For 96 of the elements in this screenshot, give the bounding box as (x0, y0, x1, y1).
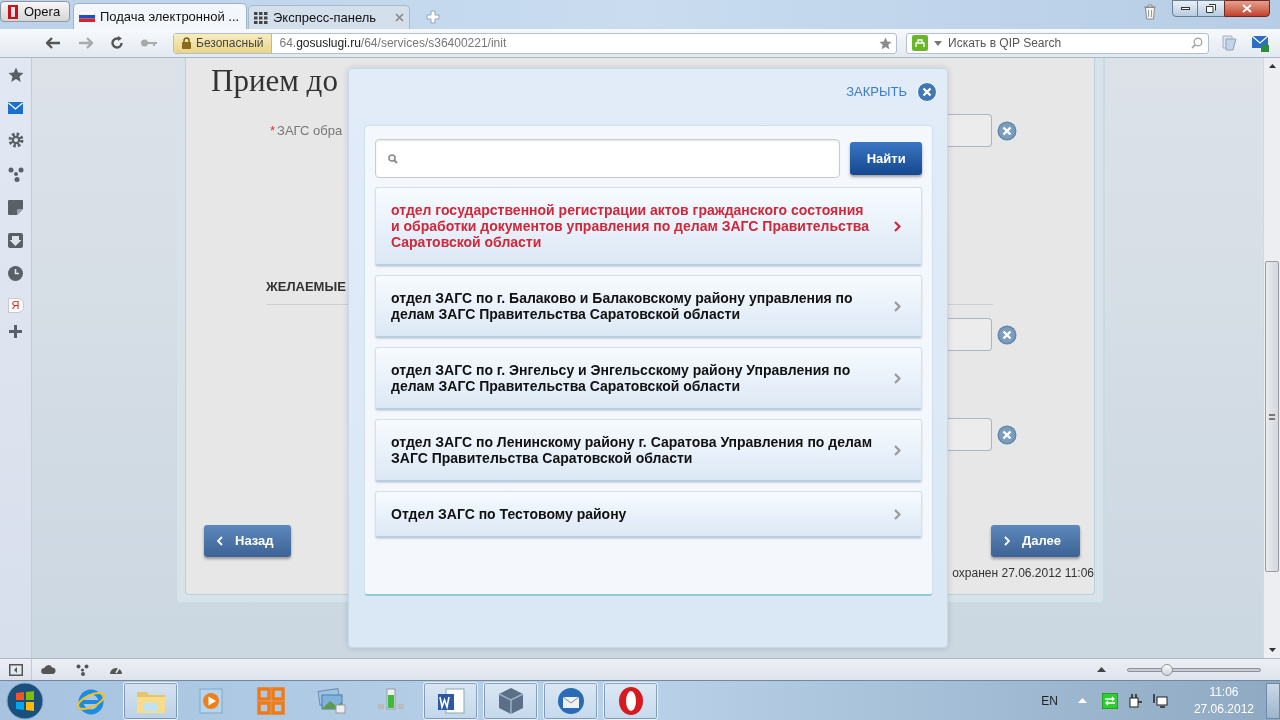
close-icon[interactable] (395, 13, 404, 22)
zoom-slider-thumb[interactable] (1161, 663, 1174, 676)
restore-icon (1206, 4, 1216, 13)
search-field[interactable] (375, 139, 841, 178)
settings-icon[interactable] (7, 132, 24, 148)
chevron-right-icon (894, 300, 901, 312)
trash-icon[interactable] (1143, 4, 1157, 20)
fan-icon[interactable] (7, 166, 24, 182)
restore-button[interactable] (1198, 0, 1224, 17)
language-indicator[interactable]: EN (1041, 691, 1058, 710)
clear-icon[interactable] (997, 324, 1017, 345)
item-text: отдел государственной регистрации актов гражданского состояния и обработки документов управления по делам ЗАГС Правительства Саратовской области (391, 202, 870, 250)
power-plug-icon[interactable] (1126, 692, 1143, 709)
saved-note: охранен 27.06.2012 11:06 (952, 565, 1094, 582)
chevron-right-icon (894, 220, 901, 232)
grip-icon (1269, 413, 1275, 420)
chevron-right-icon (894, 508, 901, 520)
document-icon (435, 685, 466, 716)
item-text: отдел ЗАГС по г. Энгельсу и Энгельсскому району Управления по делам ЗАГС Правительства Саратовской области (391, 362, 852, 394)
section-title: ЖЕЛАЕМЫЕ (266, 279, 346, 294)
tiles-icon (256, 686, 285, 715)
cloud-icon[interactable] (41, 665, 56, 674)
list-item[interactable]: отдел ЗАГС по Ленинскому району г. Саратова Управления по делам ЗАГС Правительства Саратовской области (375, 419, 922, 482)
browser-tab[interactable]: Экспресс-панель (248, 5, 410, 29)
list-item[interactable]: отдел государственной регистрации актов гражданского состояния и обработки документов управления по делам ЗАГС Правительства Саратовской области (375, 187, 922, 266)
item-text: отдел ЗАГС по г. Балаково и Балаковскому району управления по делам ЗАГС Правительства Саратовской области (391, 290, 854, 322)
scroll-thumb[interactable] (1265, 261, 1279, 572)
scroll-up-icon[interactable] (1268, 64, 1276, 68)
star-icon[interactable] (7, 67, 24, 83)
lock-icon (182, 37, 191, 49)
show-desktop-button[interactable] (1266, 683, 1280, 719)
tab-title: Подача электронной ... (100, 7, 240, 26)
taskbar-app[interactable] (483, 681, 538, 720)
clear-icon[interactable] (997, 424, 1017, 445)
opera-icon (616, 684, 645, 717)
back-button[interactable]: Назад (204, 525, 291, 557)
fan-icon[interactable] (76, 663, 89, 676)
browser-tab[interactable]: Подача электронной ... (73, 3, 247, 29)
pictures-icon (315, 687, 346, 714)
chevron-right-icon (894, 372, 901, 384)
search-engine-badge[interactable]: Я (7, 298, 24, 313)
download-icon[interactable] (8, 233, 23, 248)
dropdown-caret-icon[interactable] (934, 40, 942, 46)
mail-icon[interactable] (8, 102, 23, 114)
search-icon (388, 153, 398, 164)
tab-title: Экспресс-панель (273, 8, 378, 27)
clock-icon[interactable] (8, 266, 23, 281)
chevron-right-icon (1004, 536, 1010, 546)
taskbar-app[interactable] (423, 681, 478, 720)
flag-icon (79, 11, 95, 22)
caret-up-icon[interactable] (1097, 667, 1106, 672)
media-player-icon (196, 686, 225, 715)
mail-client-icon (555, 685, 586, 716)
star-icon[interactable] (879, 36, 892, 50)
find-button[interactable]: Найти (850, 142, 922, 175)
close-link[interactable]: ЗАКРЫТЬ (846, 82, 907, 102)
chevron-left-icon (217, 536, 223, 546)
close-icon (1242, 4, 1252, 13)
start-button[interactable] (6, 681, 44, 720)
grid-icon (254, 11, 268, 24)
close-window-button[interactable] (1224, 0, 1270, 17)
required-mark: * (270, 121, 276, 140)
security-badge[interactable]: Безопасный (174, 33, 273, 53)
address-field[interactable]: Безопасный 64.gosuslugi.ru/64/services/s36400221/init (173, 32, 897, 54)
page-heading: Прием до (211, 62, 338, 100)
menu-button[interactable]: Opera (0, 1, 70, 22)
list-item[interactable]: отдел ЗАГС по г. Балаково и Балаковскому району управления по делам ЗАГС Правительства Саратовской области (375, 275, 922, 338)
sync-icon[interactable] (1101, 692, 1118, 709)
item-text: Отдел ЗАГС по Тестовому району (391, 506, 628, 522)
reload-icon[interactable] (110, 36, 124, 50)
taskbar-app[interactable] (543, 681, 598, 720)
scrollbar[interactable] (1263, 58, 1280, 658)
note-icon[interactable] (8, 200, 23, 215)
list-item[interactable]: отдел ЗАГС по г. Энгельсу и Энгельсскому району Управления по делам ЗАГС Правительства Саратовской области (375, 347, 922, 410)
url-text: 64.gosuslugi.ru/64/services/s36400221/init (279, 35, 508, 52)
list-item[interactable]: Отдел ЗАГС по Тестовому району (375, 491, 922, 538)
taskbar-app[interactable] (603, 681, 658, 720)
plus-icon[interactable] (9, 325, 22, 338)
back-icon[interactable] (46, 37, 61, 49)
search-field[interactable]: Искать в QIP Search (906, 32, 1209, 54)
panel-toggle-icon[interactable] (9, 663, 23, 676)
search-placeholder: Искать в QIP Search (948, 35, 1063, 52)
clear-icon[interactable] (997, 120, 1017, 141)
opera-logo-icon (6, 3, 20, 20)
zoom-slider[interactable] (1127, 662, 1261, 677)
search-icon[interactable] (1191, 37, 1203, 49)
item-text: отдел ЗАГС по Ленинскому району г. Саратова Управления по делам ЗАГС Правительства Саратовской области (391, 434, 872, 466)
qip-icon[interactable] (912, 35, 928, 51)
network-icon[interactable] (1151, 692, 1168, 709)
minimize-button[interactable] (1172, 0, 1198, 17)
chevron-right-icon (894, 444, 901, 456)
mail-icon[interactable] (1251, 34, 1269, 52)
scroll-down-icon[interactable] (1268, 648, 1276, 652)
next-button[interactable]: Далее (991, 525, 1080, 557)
cube-icon (496, 685, 525, 716)
field-label: ЗАГС обра (277, 121, 343, 140)
